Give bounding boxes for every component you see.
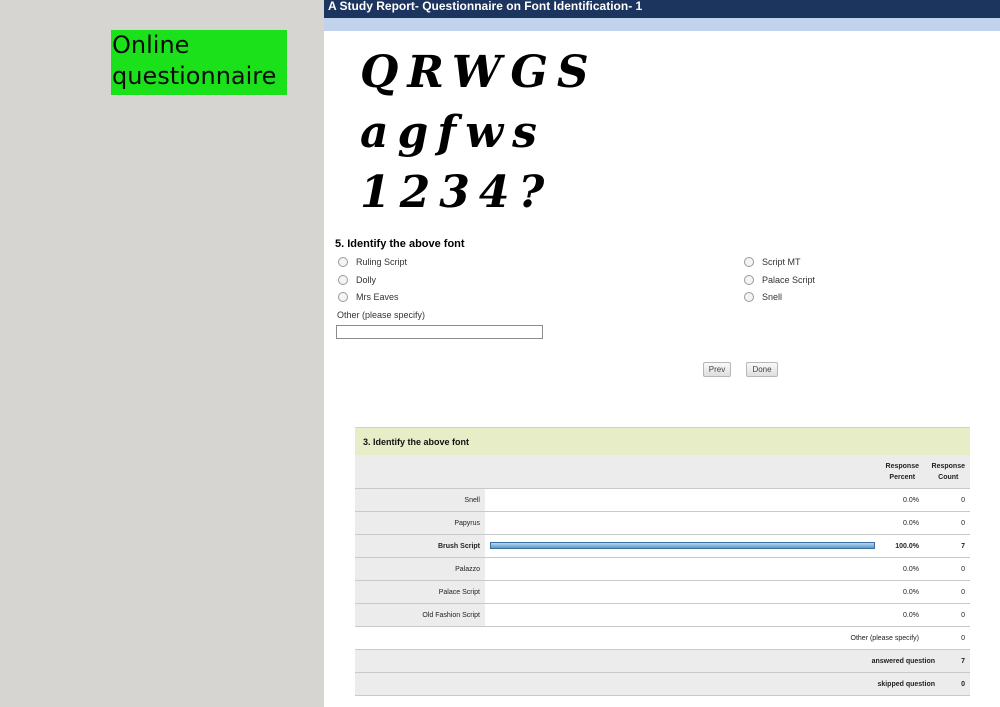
option-mrs-eaves[interactable]: Mrs Eaves: [338, 292, 399, 302]
header-strip: [324, 18, 1000, 31]
header-count-line2: Count: [938, 474, 959, 481]
results-panel: 3. Identify the above font Response Perc…: [324, 397, 1000, 707]
option-snell[interactable]: Snell: [744, 292, 782, 302]
row-count: 0: [961, 611, 965, 619]
results-title: 3. Identify the above font: [355, 427, 970, 455]
row-count: 0: [961, 565, 965, 573]
header-percent-line2: Percent: [889, 474, 916, 481]
row-count: 7: [961, 542, 965, 550]
header-response-percent: Response Percent: [886, 461, 919, 483]
row-label: Old Fashion Script: [355, 604, 485, 626]
option-label: Snell: [762, 292, 783, 302]
specimen-uppercase: QRWGS: [360, 47, 598, 98]
question-title: 5. Identify the above font: [335, 238, 465, 250]
option-label: Palace Script: [762, 275, 816, 285]
row-percent: 0.0%: [903, 496, 919, 504]
option-label: Ruling Script: [356, 257, 408, 267]
prev-button[interactable]: Prev: [703, 362, 731, 377]
radio-icon[interactable]: [338, 257, 348, 267]
row-label: Papyrus: [355, 512, 485, 534]
online-questionnaire-label: Online questionnaire: [111, 30, 287, 95]
row-count: 0: [961, 519, 965, 527]
radio-icon[interactable]: [744, 292, 754, 302]
header-response-count: Response Count: [932, 461, 965, 483]
row-percent: 100.0%: [895, 542, 919, 550]
radio-icon[interactable]: [338, 275, 348, 285]
row-percent: 0.0%: [903, 519, 919, 527]
table-row-skipped: skipped question 0: [355, 673, 970, 696]
radio-icon[interactable]: [744, 257, 754, 267]
option-ruling-script[interactable]: Ruling Script: [338, 257, 407, 267]
skipped-label: skipped question: [877, 680, 935, 688]
option-dolly[interactable]: Dolly: [338, 275, 376, 285]
other-specify-label: Other (please specify): [337, 310, 426, 320]
row-percent: 0.0%: [903, 611, 919, 619]
skipped-count: 0: [961, 680, 965, 688]
table-row: Brush Script 100.0% 7: [355, 535, 970, 558]
other-row-count: 0: [961, 634, 965, 642]
option-label: Dolly: [356, 275, 377, 285]
row-percent: 0.0%: [903, 565, 919, 573]
row-percent: 0.0%: [903, 588, 919, 596]
table-row: Palace Script 0.0% 0: [355, 581, 970, 604]
table-row-other: Other (please specify) 0: [355, 627, 970, 650]
results-table: Response Percent Response Count Snell 0.0…: [355, 455, 970, 696]
answered-count: 7: [961, 657, 965, 665]
table-header: Response Percent Response Count: [355, 455, 970, 489]
other-row-label: Other (please specify): [850, 634, 919, 642]
other-specify-input[interactable]: [336, 325, 543, 339]
font-specimen: QRWGS agfws 1234?: [360, 43, 598, 223]
specimen-lowercase: agfws: [360, 107, 546, 158]
survey-panel: A Study Report- Questionnaire on Font Id…: [324, 0, 1000, 397]
row-label: Brush Script: [355, 535, 485, 557]
row-label: Palace Script: [355, 581, 485, 603]
table-row: Snell 0.0% 0: [355, 489, 970, 512]
survey-header-title: A Study Report- Questionnaire on Font Id…: [324, 0, 1000, 18]
option-label: Mrs Eaves: [356, 292, 399, 302]
radio-icon[interactable]: [338, 292, 348, 302]
row-label: Snell: [355, 489, 485, 511]
option-label: Script MT: [762, 257, 801, 267]
table-row: Papyrus 0.0% 0: [355, 512, 970, 535]
table-row: Old Fashion Script 0.0% 0: [355, 604, 970, 627]
row-percent-bar: [490, 542, 875, 549]
row-count: 0: [961, 588, 965, 596]
header-percent-line1: Response: [885, 463, 919, 470]
header-count-line1: Response: [931, 463, 965, 470]
row-label: Palazzo: [355, 558, 485, 580]
done-button[interactable]: Done: [746, 362, 778, 377]
table-row: Palazzo 0.0% 0: [355, 558, 970, 581]
table-row-answered: answered question 7: [355, 650, 970, 673]
option-script-mt[interactable]: Script MT: [744, 257, 801, 267]
answered-label: answered question: [871, 657, 935, 665]
row-count: 0: [961, 496, 965, 504]
radio-icon[interactable]: [744, 275, 754, 285]
specimen-numerals: 1234?: [360, 167, 554, 218]
option-palace-script[interactable]: Palace Script: [744, 275, 815, 285]
